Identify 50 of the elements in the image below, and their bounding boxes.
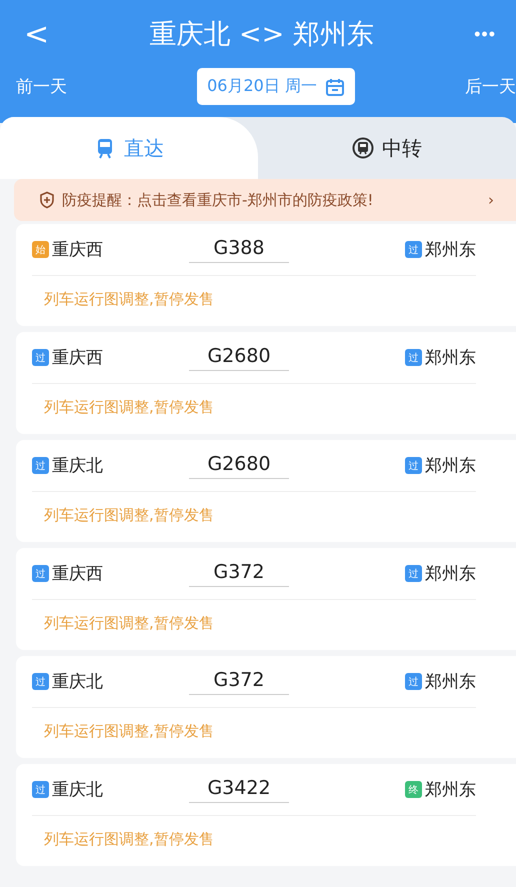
chevron-icon: › bbox=[488, 191, 494, 209]
train-card[interactable]: 过 重庆北 G372 过 郑州东 列车运行图调整,暂停发售 bbox=[16, 656, 516, 758]
train-number: G2680 bbox=[189, 452, 289, 478]
page-title: 重庆北 <> 郑州东 bbox=[149, 18, 374, 52]
station-name: 郑州东 bbox=[425, 671, 476, 693]
train-card[interactable]: 过 重庆北 G3422 终 郑州东 列车运行图调整,暂停发售 bbox=[16, 764, 516, 866]
station-name: 重庆西 bbox=[52, 347, 103, 369]
station-name: 郑州东 bbox=[425, 347, 476, 369]
train-transfer-icon bbox=[352, 137, 374, 159]
station-badge: 过 bbox=[405, 349, 422, 366]
station-name: 郑州东 bbox=[425, 563, 476, 585]
station-name: 重庆西 bbox=[52, 563, 103, 585]
station-badge: 过 bbox=[32, 781, 49, 798]
shield-icon bbox=[38, 191, 56, 209]
station-badge: 过 bbox=[405, 565, 422, 582]
station-badge: 过 bbox=[405, 241, 422, 258]
train-card[interactable]: 过 重庆西 G372 过 郑州东 列车运行图调整,暂停发售 bbox=[16, 548, 516, 650]
station-name: 重庆北 bbox=[52, 455, 103, 477]
station-badge: 终 bbox=[405, 781, 422, 798]
calendar-icon bbox=[324, 76, 345, 96]
train-card[interactable]: 过 重庆西 G2680 过 郑州东 列车运行图调整,暂停发售 bbox=[16, 332, 516, 434]
status-text: 列车运行图调整,暂停发售 bbox=[43, 613, 215, 633]
notice-banner[interactable]: 防疫提醒：点击查看重庆市-郑州市的防疫政策! › bbox=[14, 179, 516, 221]
station-name: 郑州东 bbox=[425, 779, 476, 801]
station-name: 郑州东 bbox=[425, 455, 476, 477]
status-text: 列车运行图调整,暂停发售 bbox=[43, 397, 215, 417]
station-name: 郑州东 bbox=[425, 239, 476, 261]
station-badge: 始 bbox=[32, 241, 49, 258]
train-card[interactable]: 过 重庆北 G2680 过 郑州东 列车运行图调整,暂停发售 bbox=[16, 440, 516, 542]
station-badge: 过 bbox=[32, 565, 49, 582]
station-badge: 过 bbox=[32, 457, 49, 474]
status-text: 列车运行图调整,暂停发售 bbox=[43, 289, 215, 309]
notice-text: 防疫提醒：点击查看重庆市-郑州市的防疫政策! bbox=[62, 190, 374, 210]
station-badge: 过 bbox=[32, 673, 49, 690]
train-number: G388 bbox=[189, 236, 289, 262]
station-name: 重庆北 bbox=[52, 779, 103, 801]
station-name: 重庆西 bbox=[52, 239, 103, 261]
train-number: G372 bbox=[189, 560, 289, 586]
status-text: 列车运行图调整,暂停发售 bbox=[43, 829, 215, 849]
train-number: G372 bbox=[189, 668, 289, 694]
train-number: G2680 bbox=[189, 344, 289, 370]
station-badge: 过 bbox=[405, 457, 422, 474]
station-badge: 过 bbox=[405, 673, 422, 690]
tab[interactable]: 中转 bbox=[258, 117, 516, 179]
train-card[interactable]: 始 重庆西 G388 过 郑州东 列车运行图调整,暂停发售 bbox=[16, 224, 516, 326]
status-text: 列车运行图调整,暂停发售 bbox=[43, 721, 215, 741]
status-text: 列车运行图调整,暂停发售 bbox=[43, 505, 215, 525]
train-number: G3422 bbox=[189, 776, 289, 802]
station-badge: 过 bbox=[32, 349, 49, 366]
station-name: 重庆北 bbox=[52, 671, 103, 693]
